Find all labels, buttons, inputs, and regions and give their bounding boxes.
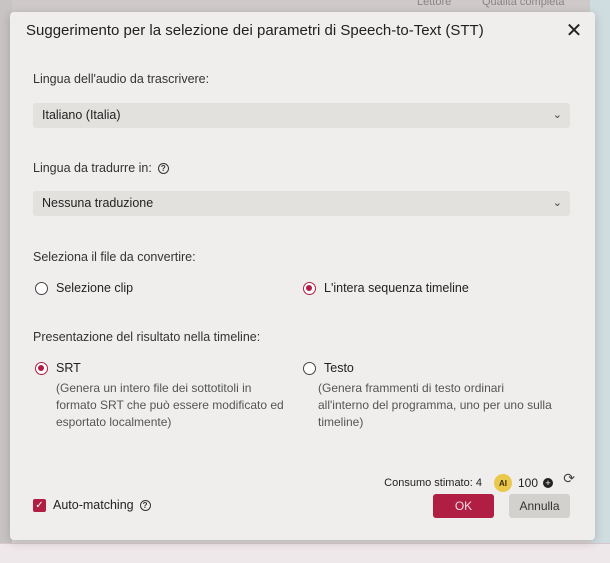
text-description: (Genera frammenti di testo ordinari all'… (318, 380, 552, 431)
audio-language-label: Lingua dell'audio da trascrivere: (33, 72, 210, 86)
srt-description: (Genera un intero file dei sottotitoli i… (56, 380, 284, 431)
radio-text[interactable]: Testo (303, 361, 354, 375)
estimate-label: Consumo stimato: 4 (384, 477, 482, 489)
checkbox-checked[interactable]: ✓ (33, 498, 46, 512)
desc-line: formato SRT che può essere modificato ed (56, 398, 284, 412)
chevron-down-icon: ⌄ (552, 109, 562, 121)
desc-line: timeline) (318, 415, 364, 429)
dialog-title: Suggerimento per la selezione dei parame… (26, 22, 484, 39)
audio-language-select[interactable]: Italiano (Italia) ⌄ (33, 103, 570, 128)
radio-button-selected[interactable] (35, 361, 48, 375)
close-icon[interactable]: ✕ (565, 21, 583, 41)
stt-dialog: Suggerimento per la selezione dei parame… (10, 12, 595, 540)
desc-line: esportato localmente) (56, 415, 172, 429)
radio-button-selected[interactable] (303, 281, 316, 295)
background-quality-label: Qualità completa (482, 0, 565, 8)
auto-matching-checkbox[interactable]: ✓ Auto-matching ? (33, 498, 151, 512)
file-select-label: Seleziona il file da convertire: (33, 250, 196, 264)
ai-credits-icon: AI (493, 474, 512, 492)
refresh-icon[interactable]: ⟳ (563, 470, 575, 487)
cancel-button[interactable]: Annulla (509, 494, 570, 518)
credits-count: 100 (517, 476, 538, 490)
radio-button[interactable] (303, 361, 316, 375)
desc-line: (Genera un intero file dei sottotitoli i… (56, 381, 252, 395)
add-credits-icon[interactable]: + (543, 478, 553, 488)
auto-matching-label: Auto-matching (53, 498, 134, 512)
radio-label: Testo (324, 361, 354, 375)
radio-label: L'intera sequenza timeline (324, 281, 469, 295)
ok-button[interactable]: OK (433, 494, 494, 518)
help-icon[interactable]: ? (157, 163, 169, 175)
translate-language-label: Lingua da tradurre in: (33, 161, 152, 175)
radio-selection-clip[interactable]: Selezione clip (35, 281, 133, 295)
radio-button[interactable] (35, 281, 48, 295)
audio-language-value: Italiano (Italia) (42, 108, 121, 122)
chevron-down-icon: ⌄ (552, 197, 562, 209)
radio-label: SRT (56, 361, 81, 375)
background-timeline (0, 543, 610, 563)
estimated-consumption: Consumo stimato: 4 AI 100 + (384, 474, 553, 492)
radio-srt[interactable]: SRT (35, 361, 81, 375)
radio-label: Selezione clip (56, 281, 134, 295)
radio-whole-timeline[interactable]: L'intera sequenza timeline (303, 281, 469, 295)
background-player-label: Lettore (417, 0, 452, 8)
desc-line: all'interno del programma, uno per uno s… (318, 398, 552, 412)
translate-language-label-row: Lingua da tradurre in:? (33, 161, 169, 175)
translate-language-value: Nessuna traduzione (42, 196, 154, 210)
desc-line: (Genera frammenti di testo ordinari (318, 381, 505, 395)
help-icon[interactable]: ? (139, 499, 151, 511)
translate-language-select[interactable]: Nessuna traduzione ⌄ (33, 191, 570, 216)
result-format-label: Presentazione del risultato nella timeli… (33, 330, 261, 344)
